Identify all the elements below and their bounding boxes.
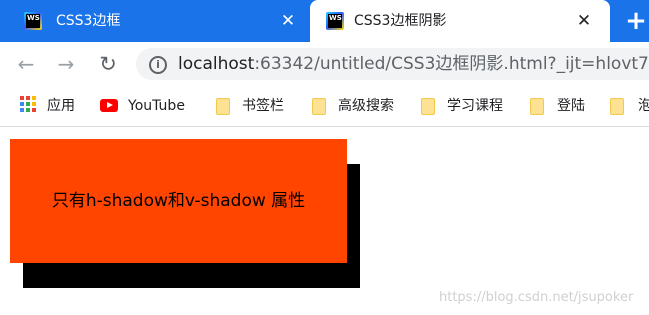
bookmark-label: 高级搜索	[338, 98, 394, 114]
bookmarks-bar: 应用 YouTube 书签栏 高级搜索 学习课程 登陆 泡	[0, 86, 649, 127]
folder-icon	[312, 98, 326, 115]
apps-dot	[32, 102, 36, 106]
demo-box-text: 只有h-shadow和v-shadow 属性	[51, 191, 306, 211]
bookmark-label: 书签栏	[242, 98, 284, 114]
apps-dot	[26, 108, 30, 112]
tab-strip: WS CSS3边框 ✕ WS CSS3边框阴影 ✕ +	[0, 0, 649, 42]
bookmark-folder-login[interactable]: 登陆	[518, 86, 598, 126]
site-info-icon[interactable]: i	[149, 56, 167, 74]
toolbar: ← → ↻ i localhost:63342/untitled/CSS3边框阴…	[0, 42, 649, 86]
apps-dot	[20, 102, 24, 106]
apps-grid-icon	[20, 96, 36, 112]
apps-dot	[32, 96, 36, 100]
bookmark-youtube[interactable]: YouTube	[92, 86, 204, 126]
url-path: :63342/untitled/CSS3边框阴影.html?_ijt=hlovt…	[254, 54, 649, 74]
folder-icon	[421, 98, 435, 115]
back-arrow-icon[interactable]: ←	[14, 52, 38, 76]
webstorm-icon: WS	[326, 12, 344, 30]
folder-icon	[610, 98, 624, 115]
apps-dot	[20, 108, 24, 112]
bookmark-label: 登陆	[557, 98, 585, 114]
watermark: https://blog.csdn.net/jsupoker	[439, 290, 634, 305]
apps-dot	[26, 102, 30, 106]
reload-icon[interactable]: ↻	[96, 52, 120, 76]
bookmark-label: 学习课程	[447, 98, 503, 114]
bookmark-folder-bookmarks[interactable]: 书签栏	[204, 86, 300, 126]
tab-css3-border[interactable]: WS CSS3边框 ✕	[0, 0, 310, 42]
webstorm-icon-text: WS	[328, 14, 342, 28]
address-bar[interactable]: i localhost:63342/untitled/CSS3边框阴影.html…	[136, 48, 649, 80]
folder-icon	[216, 98, 230, 115]
bookmark-label: 泡	[638, 98, 649, 114]
bookmark-apps[interactable]: 应用	[0, 86, 92, 126]
webstorm-icon: WS	[24, 12, 42, 30]
bookmark-label: YouTube	[128, 98, 185, 114]
bookmark-label: 应用	[47, 98, 75, 114]
shadow-demo-box: 只有h-shadow和v-shadow 属性	[10, 139, 347, 263]
apps-dot	[26, 96, 30, 100]
tab-title: CSS3边框	[56, 13, 121, 29]
close-icon[interactable]: ✕	[574, 11, 594, 31]
webstorm-icon-text: WS	[26, 14, 40, 28]
youtube-icon	[100, 99, 118, 112]
apps-dot	[20, 96, 24, 100]
url-text[interactable]: localhost:63342/untitled/CSS3边框阴影.html?_…	[178, 54, 649, 74]
tab-title: CSS3边框阴影	[354, 13, 447, 29]
new-tab-button[interactable]: +	[624, 8, 648, 34]
tab-css3-box-shadow[interactable]: WS CSS3边框阴影 ✕	[310, 0, 610, 42]
apps-dot	[32, 108, 36, 112]
url-host: localhost	[178, 54, 255, 74]
page-content: 只有h-shadow和v-shadow 属性 https://blog.csdn…	[0, 127, 649, 315]
bookmark-folder-advanced-search[interactable]: 高级搜索	[300, 86, 410, 126]
bookmark-folder-courses[interactable]: 学习课程	[410, 86, 518, 126]
folder-icon	[530, 98, 544, 115]
close-icon[interactable]: ✕	[278, 11, 298, 31]
bookmark-folder-overflow[interactable]: 泡	[598, 86, 649, 126]
forward-arrow-icon[interactable]: →	[54, 52, 78, 76]
